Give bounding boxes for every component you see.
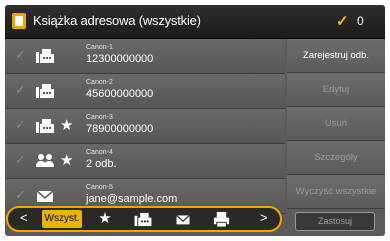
filter-all-tab[interactable]: Wszyst.: [42, 210, 82, 228]
details-button[interactable]: Szczegóły: [287, 141, 385, 175]
action-panel: Zarejestruj odb. Edytuj Usuń Szczegóły W…: [287, 39, 385, 209]
email-icon[interactable]: [175, 213, 191, 226]
address-book-icon: [12, 13, 26, 29]
list-item[interactable]: ✓ Canon-2 45600000000: [5, 74, 285, 109]
filter-bar: < Wszyst. ★ >: [6, 206, 282, 232]
row-check-icon[interactable]: ✓: [15, 47, 26, 63]
entry-email: jane@sample.com: [86, 193, 178, 205]
favorite-star-icon: ★: [60, 152, 74, 169]
fax-icon: [36, 49, 54, 63]
entry-name: Canon-4: [86, 149, 113, 156]
row-check-icon[interactable]: ✓: [15, 82, 26, 98]
entry-name: Canon-5: [86, 184, 113, 191]
star-icon[interactable]: ★: [96, 210, 114, 228]
page-title: Książka adresowa (wszystkie): [33, 13, 201, 28]
printer-icon[interactable]: [213, 211, 230, 228]
list-item[interactable]: ✓ ★ Canon-4 2 odb.: [5, 144, 285, 179]
entry-recipients: 2 odb.: [86, 158, 117, 170]
entry-number: 78900000000: [86, 123, 154, 135]
entry-number: 12300000000: [86, 53, 154, 65]
favorite-star-icon: ★: [60, 117, 74, 134]
address-list: ✓ Canon-1 12300000000 ✓ Canon-2 45600000…: [5, 39, 285, 214]
checkmark-icon: ✓: [336, 13, 349, 30]
entry-number: 45600000000: [86, 88, 154, 100]
group-icon: [36, 154, 54, 167]
edit-button[interactable]: Edytuj: [287, 73, 385, 107]
filter-next-button[interactable]: >: [260, 210, 268, 225]
row-check-icon[interactable]: ✓: [15, 117, 26, 133]
fax-icon: [36, 84, 54, 98]
address-book-screen: Książka adresowa (wszystkie) ✓ 0 ✓ Canon…: [5, 5, 385, 236]
list-item[interactable]: ✓ ★ Canon-3 78900000000: [5, 109, 285, 144]
clear-all-button[interactable]: Wyczyść wszystkie: [287, 175, 385, 209]
fax-icon: [36, 119, 54, 133]
filter-prev-button[interactable]: <: [20, 210, 28, 225]
selected-count: 0: [357, 14, 364, 28]
list-item[interactable]: ✓ Canon-1 12300000000: [5, 39, 285, 74]
entry-name: Canon-1: [86, 44, 113, 51]
register-recipient-button[interactable]: Zarejestruj odb.: [287, 39, 385, 73]
entry-name: Canon-2: [86, 79, 113, 86]
row-check-icon[interactable]: ✓: [15, 187, 26, 203]
row-check-icon[interactable]: ✓: [15, 152, 26, 168]
apply-button[interactable]: Zastosuj: [295, 212, 375, 231]
delete-button[interactable]: Usuń: [287, 107, 385, 141]
email-icon: [36, 190, 54, 202]
title-bar: Książka adresowa (wszystkie) ✓ 0: [5, 5, 385, 39]
fax-icon[interactable]: [134, 212, 152, 227]
entry-name: Canon-3: [86, 114, 113, 121]
